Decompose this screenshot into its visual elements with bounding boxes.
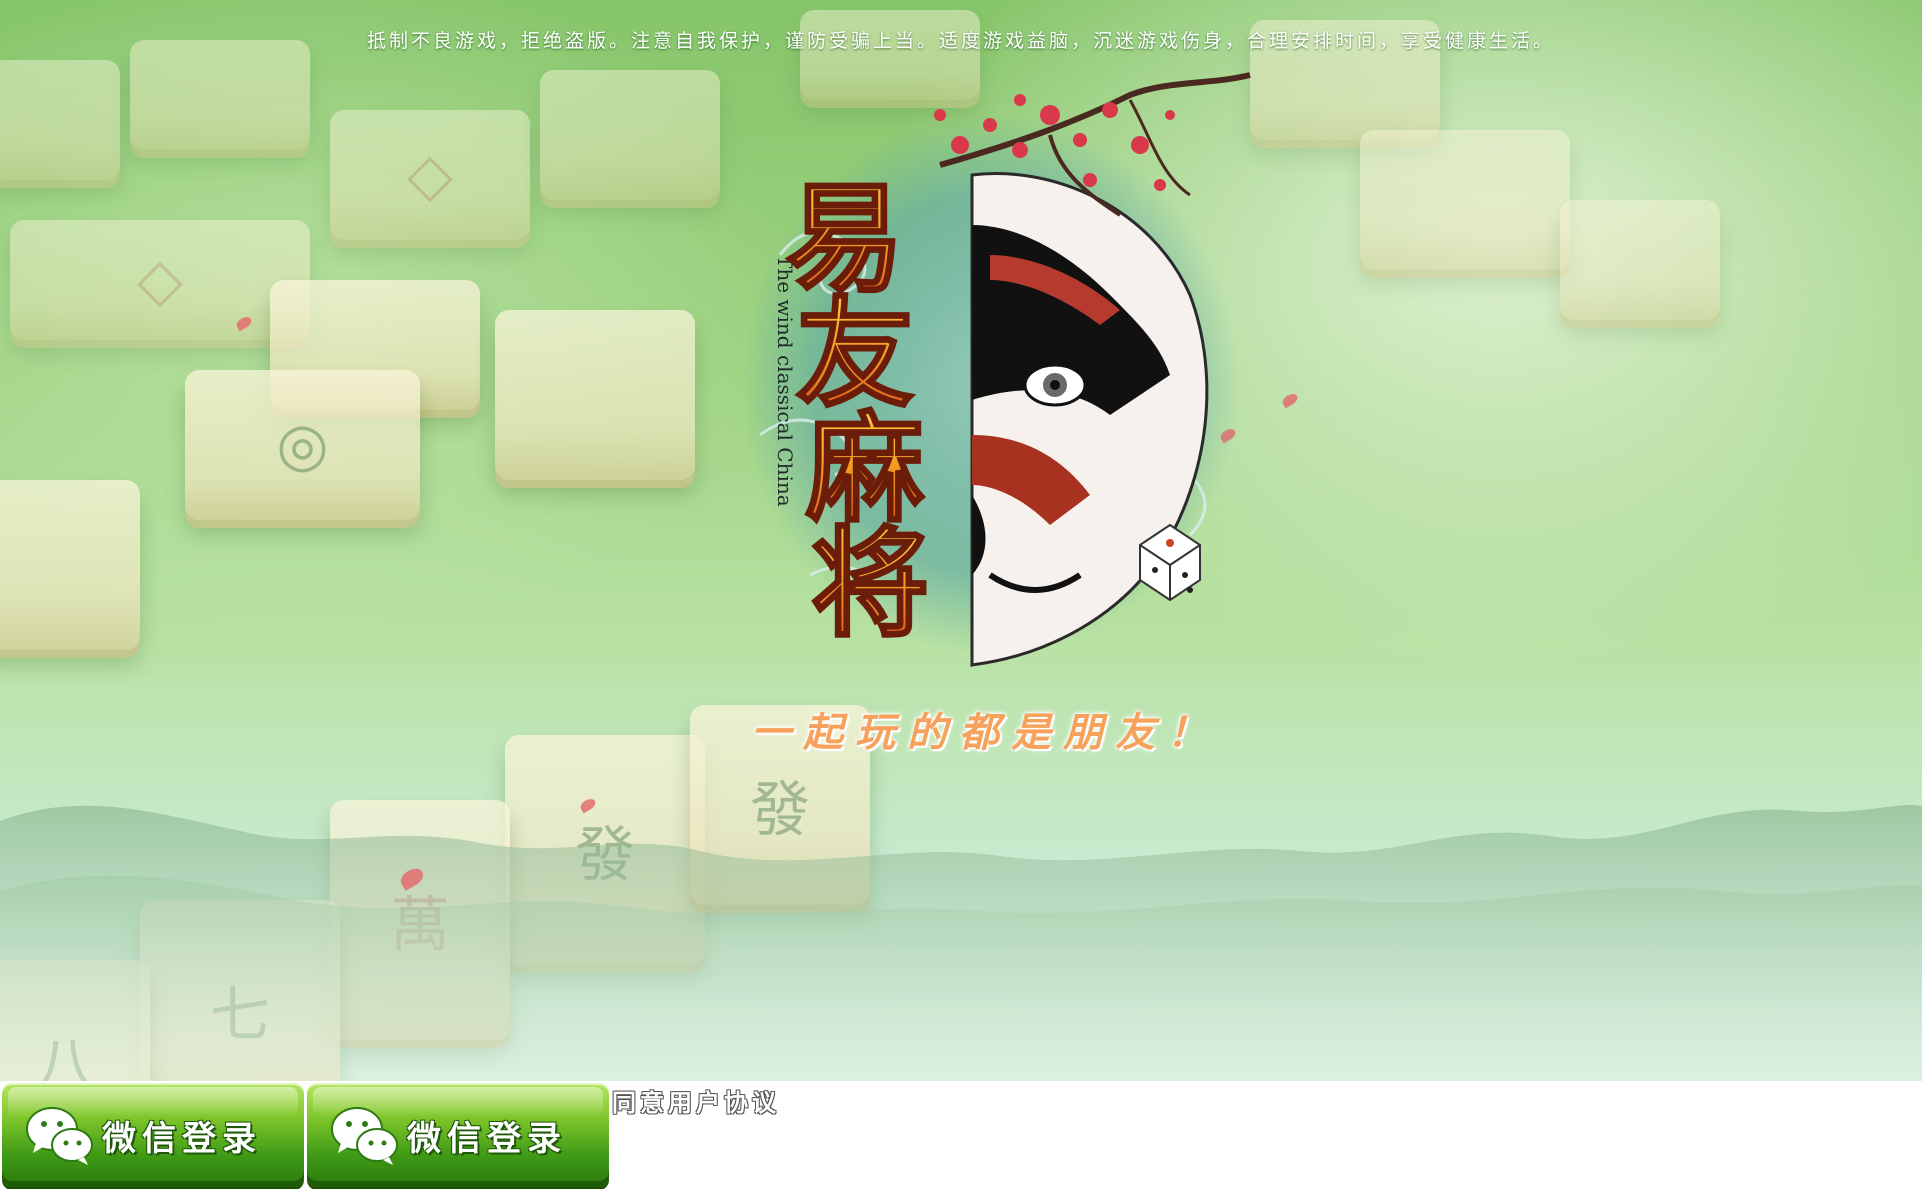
wechat-icon bbox=[26, 1107, 93, 1165]
user-agreement-link[interactable]: 同意用户协议 bbox=[612, 1083, 780, 1118]
wechat-login-button-2[interactable]: 微信登录 bbox=[307, 1083, 609, 1187]
bg-mahjong-tile bbox=[1560, 200, 1720, 320]
wechat-login-label: 微信登录 bbox=[407, 1119, 567, 1159]
wechat-icon bbox=[331, 1107, 398, 1165]
logo-title-char-4: 将 bbox=[811, 514, 929, 653]
mountain-silhouette bbox=[0, 804, 1922, 1081]
bg-mahjong-tile bbox=[495, 310, 695, 480]
bg-mahjong-tile: ◎ bbox=[185, 370, 420, 520]
game-logo: The wind classical China 易 友 麻 将 bbox=[740, 72, 1251, 667]
logo-slogan: 一起玩的都是朋友！ bbox=[751, 709, 1219, 756]
bg-mahjong-tile bbox=[130, 40, 310, 150]
wechat-login-label: 微信登录 bbox=[102, 1119, 262, 1159]
health-notice: 抵制不良游戏，拒绝盗版。注意自我保护，谨防受骗上当。适度游戏益脑，沉迷游戏伤身，… bbox=[366, 30, 1555, 52]
wechat-login-button[interactable]: 微信登录 bbox=[2, 1083, 304, 1187]
bg-mahjong-tile: ◇ bbox=[10, 220, 310, 340]
bg-mahjong-tile bbox=[0, 60, 120, 180]
bg-mahjong-tile: ◇ bbox=[330, 110, 530, 240]
bg-mahjong-tile bbox=[0, 480, 140, 650]
bg-mahjong-tile bbox=[1360, 130, 1570, 270]
